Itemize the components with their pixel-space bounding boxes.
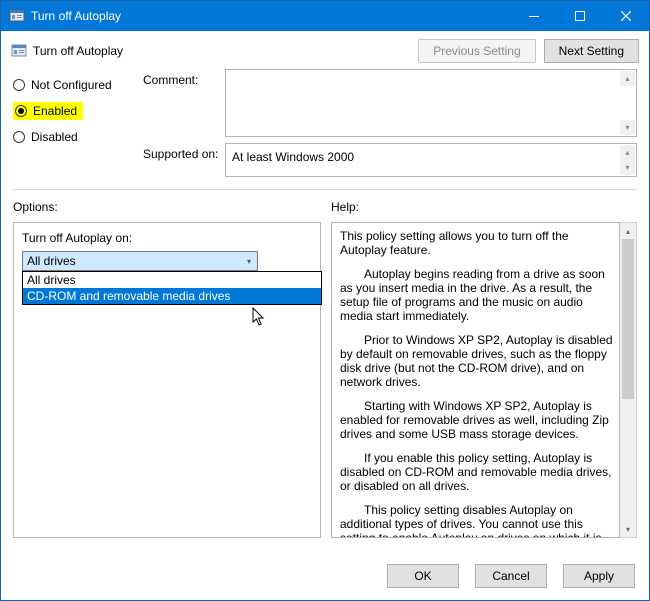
radio-label: Not Configured bbox=[31, 78, 112, 92]
scroll-up-icon[interactable]: ▴ bbox=[620, 145, 635, 160]
scroll-down-icon[interactable]: ▾ bbox=[620, 160, 635, 175]
header-row: Turn off Autoplay Previous Setting Next … bbox=[1, 31, 649, 63]
supported-scroll[interactable]: ▴ ▾ bbox=[620, 145, 635, 175]
dropdown-option-cdrom-removable[interactable]: CD-ROM and removable media drives bbox=[23, 288, 321, 304]
options-panel: Turn off Autoplay on: All drives ▾ All d… bbox=[13, 222, 321, 538]
radio-label: Enabled bbox=[33, 104, 77, 118]
cancel-button[interactable]: Cancel bbox=[475, 564, 547, 588]
help-paragraph: Autoplay begins reading from a drive as … bbox=[340, 267, 613, 323]
state-radio-group: Not Configured Enabled Disabled bbox=[13, 69, 143, 183]
dropdown-listbox[interactable]: All drives CD-ROM and removable media dr… bbox=[22, 271, 322, 305]
minimize-button[interactable] bbox=[511, 1, 557, 31]
autoplay-drives-dropdown[interactable]: All drives ▾ All drives CD-ROM and remov… bbox=[22, 251, 312, 271]
dropdown-selected[interactable]: All drives ▾ bbox=[22, 251, 258, 271]
help-scrollbar[interactable]: ▴ ▾ bbox=[620, 222, 637, 538]
window-title: Turn off Autoplay bbox=[31, 9, 511, 23]
dropdown-label: Turn off Autoplay on: bbox=[22, 231, 312, 245]
help-paragraph: This policy setting disables Autoplay on… bbox=[340, 503, 613, 538]
previous-setting-button: Previous Setting bbox=[418, 39, 535, 63]
supported-label: Supported on: bbox=[143, 143, 225, 161]
help-paragraph: If you enable this policy setting, Autop… bbox=[340, 451, 613, 493]
maximize-button[interactable] bbox=[557, 1, 603, 31]
radio-label: Disabled bbox=[31, 130, 78, 144]
help-section-label: Help: bbox=[331, 200, 359, 214]
help-paragraph: This policy setting allows you to turn o… bbox=[340, 229, 613, 257]
help-paragraph: Prior to Windows XP SP2, Autoplay is dis… bbox=[340, 333, 613, 389]
supported-on-value: At least Windows 2000 bbox=[232, 150, 354, 164]
ok-button[interactable]: OK bbox=[387, 564, 459, 588]
radio-icon bbox=[13, 131, 25, 143]
radio-not-configured[interactable]: Not Configured bbox=[13, 73, 143, 97]
help-paragraph: Starting with Windows XP SP2, Autoplay i… bbox=[340, 399, 613, 441]
dialog-window: Turn off Autoplay Turn off Autoplay Prev… bbox=[0, 0, 650, 601]
gpedit-policy-icon bbox=[9, 8, 25, 24]
policy-header-icon bbox=[11, 43, 27, 59]
radio-disabled[interactable]: Disabled bbox=[13, 125, 143, 149]
radio-icon bbox=[15, 105, 27, 117]
scroll-up-icon[interactable]: ▴ bbox=[620, 71, 635, 86]
scroll-up-icon[interactable]: ▴ bbox=[620, 223, 636, 239]
divider bbox=[13, 189, 637, 190]
comment-textarea[interactable]: ▴ ▾ bbox=[225, 69, 637, 137]
scroll-down-icon[interactable]: ▾ bbox=[620, 521, 636, 537]
dropdown-option-all-drives[interactable]: All drives bbox=[23, 272, 321, 288]
comment-label: Comment: bbox=[143, 69, 225, 87]
next-setting-button[interactable]: Next Setting bbox=[544, 39, 639, 63]
chevron-down-icon[interactable]: ▾ bbox=[241, 252, 257, 270]
comment-scroll[interactable]: ▴ ▾ bbox=[620, 71, 635, 135]
page-title: Turn off Autoplay bbox=[33, 44, 123, 58]
scroll-down-icon[interactable]: ▾ bbox=[620, 120, 635, 135]
radio-enabled[interactable]: Enabled bbox=[13, 99, 143, 123]
help-panel: This policy setting allows you to turn o… bbox=[331, 222, 620, 538]
options-section-label: Options: bbox=[13, 200, 331, 214]
scroll-track[interactable] bbox=[620, 239, 636, 521]
mouse-cursor-icon bbox=[252, 307, 268, 327]
radio-icon bbox=[13, 79, 25, 91]
dropdown-selected-text: All drives bbox=[27, 254, 76, 268]
titlebar: Turn off Autoplay bbox=[1, 1, 649, 31]
scroll-thumb[interactable] bbox=[622, 239, 634, 399]
supported-on-box: At least Windows 2000 ▴ ▾ bbox=[225, 143, 637, 177]
apply-button[interactable]: Apply bbox=[563, 564, 635, 588]
dialog-button-bar: OK Cancel Apply bbox=[1, 554, 649, 600]
close-button[interactable] bbox=[603, 1, 649, 31]
